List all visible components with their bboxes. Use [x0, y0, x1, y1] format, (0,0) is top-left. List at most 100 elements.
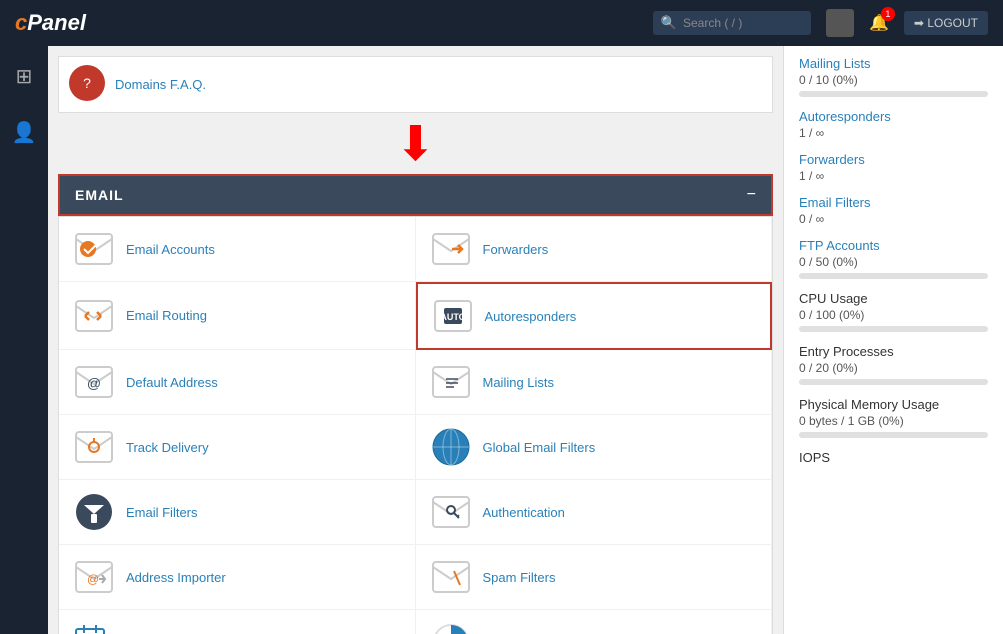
- global-email-filters-label: Global Email Filters: [483, 440, 596, 455]
- brand-c: c: [15, 10, 27, 35]
- logout-button[interactable]: ➡ LOGOUT: [904, 11, 988, 35]
- stat-forwarders-label: Forwarders: [799, 152, 988, 167]
- default-address-label: Default Address: [126, 375, 218, 390]
- stat-email-filters-label: Email Filters: [799, 195, 988, 210]
- spam-filters-label: Spam Filters: [483, 570, 556, 585]
- stat-ftp-accounts-label: FTP Accounts: [799, 238, 988, 253]
- stat-cpu-usage-label: CPU Usage: [799, 291, 988, 306]
- stat-physical-memory: Physical Memory Usage 0 bytes / 1 GB (0%…: [799, 397, 988, 438]
- mailing-lists-icon: [431, 362, 471, 402]
- email-section-header[interactable]: EMAIL −: [58, 174, 773, 216]
- grid-item-global-email-filters[interactable]: Global Email Filters: [416, 415, 773, 480]
- stat-entry-processes-bar: [799, 379, 988, 385]
- brand-logo: cPanel: [15, 10, 86, 36]
- logout-icon: ➡: [914, 16, 924, 30]
- calendars-contacts-icon: ★: [74, 622, 114, 634]
- grid-item-forwarders[interactable]: Forwarders: [416, 217, 773, 282]
- address-importer-label: Address Importer: [126, 570, 226, 585]
- track-delivery-icon: [74, 427, 114, 467]
- section-title: EMAIL: [75, 187, 124, 203]
- email-disk-usage-icon: [431, 622, 471, 634]
- grid-item-default-address[interactable]: @ Default Address: [59, 350, 416, 415]
- stat-entry-processes-value: 0 / 20 (0%): [799, 361, 988, 375]
- sidebar: ⊞ 👤: [0, 46, 48, 634]
- brand-panel: Panel: [27, 10, 86, 35]
- navbar: cPanel 🔍 🔔 1 ➡ LOGOUT: [0, 0, 1003, 46]
- stat-ftp-accounts-bar: [799, 273, 988, 279]
- stat-cpu-usage: CPU Usage 0 / 100 (0%): [799, 291, 988, 332]
- stat-autoresponders-value: 1 / ∞: [799, 126, 988, 140]
- section-collapse-icon[interactable]: −: [747, 186, 756, 204]
- search-box[interactable]: 🔍: [653, 11, 811, 35]
- grid-item-email-disk-usage[interactable]: Email Disk Usage: [416, 610, 773, 634]
- grid-item-autoresponders[interactable]: AUTO Autoresponders ⬅: [416, 282, 773, 350]
- stat-iops-label: IOPS: [799, 450, 988, 465]
- email-accounts-icon: [74, 229, 114, 269]
- forwarders-label: Forwarders: [483, 242, 549, 257]
- svg-text:AUTO: AUTO: [440, 312, 465, 322]
- grid-item-email-filters[interactable]: Email Filters: [59, 480, 416, 545]
- stat-mailing-lists: Mailing Lists 0 / 10 (0%): [799, 56, 988, 97]
- email-routing-icon: [74, 296, 114, 336]
- stat-physical-memory-bar: [799, 432, 988, 438]
- autoresponders-label: Autoresponders: [485, 309, 577, 324]
- navbar-right: 🔍 🔔 1 ➡ LOGOUT: [653, 9, 988, 37]
- sidebar-icon-grid[interactable]: ⊞: [8, 56, 41, 97]
- grid-item-address-importer[interactable]: @ Address Importer: [59, 545, 416, 610]
- grid-item-email-accounts[interactable]: Email Accounts: [59, 217, 416, 282]
- stat-forwarders: Forwarders 1 / ∞: [799, 152, 988, 183]
- email-routing-label: Email Routing: [126, 308, 207, 323]
- down-arrow-icon: ⬇: [395, 121, 435, 169]
- stat-autoresponders: Autoresponders 1 / ∞: [799, 109, 988, 140]
- domains-faq-row[interactable]: ? Domains F.A.Q.: [58, 56, 773, 113]
- stat-autoresponders-label: Autoresponders: [799, 109, 988, 124]
- stat-forwarders-value: 1 / ∞: [799, 169, 988, 183]
- notification-badge: 1: [881, 7, 895, 21]
- mailing-lists-label: Mailing Lists: [483, 375, 555, 390]
- stat-mailing-lists-bar: [799, 91, 988, 97]
- notification-icon[interactable]: 🔔 1: [869, 13, 889, 33]
- svg-text:?: ?: [83, 75, 91, 91]
- grid-item-authentication[interactable]: Authentication: [416, 480, 773, 545]
- stat-iops: IOPS: [799, 450, 988, 465]
- stat-ftp-accounts: FTP Accounts 0 / 50 (0%): [799, 238, 988, 279]
- stat-email-filters: Email Filters 0 / ∞: [799, 195, 988, 226]
- stat-physical-memory-value: 0 bytes / 1 GB (0%): [799, 414, 988, 428]
- stat-physical-memory-label: Physical Memory Usage: [799, 397, 988, 412]
- global-email-filters-icon: [431, 427, 471, 467]
- stat-cpu-usage-value: 0 / 100 (0%): [799, 308, 988, 322]
- authentication-icon: [431, 492, 471, 532]
- svg-text:@: @: [87, 375, 101, 391]
- stat-ftp-accounts-value: 0 / 50 (0%): [799, 255, 988, 269]
- grid-item-spam-filters[interactable]: Spam Filters: [416, 545, 773, 610]
- autoresponders-icon: AUTO: [433, 296, 473, 336]
- email-accounts-label: Email Accounts: [126, 242, 215, 257]
- authentication-label: Authentication: [483, 505, 565, 520]
- search-icon: 🔍: [661, 15, 677, 31]
- stat-mailing-lists-value: 0 / 10 (0%): [799, 73, 988, 87]
- down-arrow-annotation: ⬇: [58, 121, 773, 169]
- stat-entry-processes: Entry Processes 0 / 20 (0%): [799, 344, 988, 385]
- grid-item-track-delivery[interactable]: Track Delivery: [59, 415, 416, 480]
- stat-cpu-usage-bar: [799, 326, 988, 332]
- default-address-icon: @: [74, 362, 114, 402]
- track-delivery-label: Track Delivery: [126, 440, 209, 455]
- right-panel: Mailing Lists 0 / 10 (0%) Autoresponders…: [783, 46, 1003, 634]
- address-importer-icon: @: [74, 557, 114, 597]
- main-content: ? Domains F.A.Q. ⬇ EMAIL −: [48, 46, 783, 634]
- stat-entry-processes-label: Entry Processes: [799, 344, 988, 359]
- svg-text:@: @: [87, 572, 99, 586]
- grid-item-calendars-contacts[interactable]: ★ Calendars and Contacts: [59, 610, 416, 634]
- email-filters-label: Email Filters: [126, 505, 198, 520]
- email-items-grid: Email Accounts Forwarders: [58, 216, 773, 634]
- search-input[interactable]: [683, 16, 803, 30]
- spam-filters-icon: [431, 557, 471, 597]
- stat-email-filters-value: 0 / ∞: [799, 212, 988, 226]
- layout: ⊞ 👤 ? Domains F.A.Q. ⬇ EMAIL −: [0, 46, 1003, 634]
- sidebar-icon-user[interactable]: 👤: [4, 112, 45, 153]
- grid-item-mailing-lists[interactable]: Mailing Lists: [416, 350, 773, 415]
- domains-faq-icon: ?: [69, 65, 105, 104]
- user-icon[interactable]: [826, 9, 854, 37]
- forwarders-icon: [431, 229, 471, 269]
- grid-item-email-routing[interactable]: Email Routing: [59, 282, 416, 350]
